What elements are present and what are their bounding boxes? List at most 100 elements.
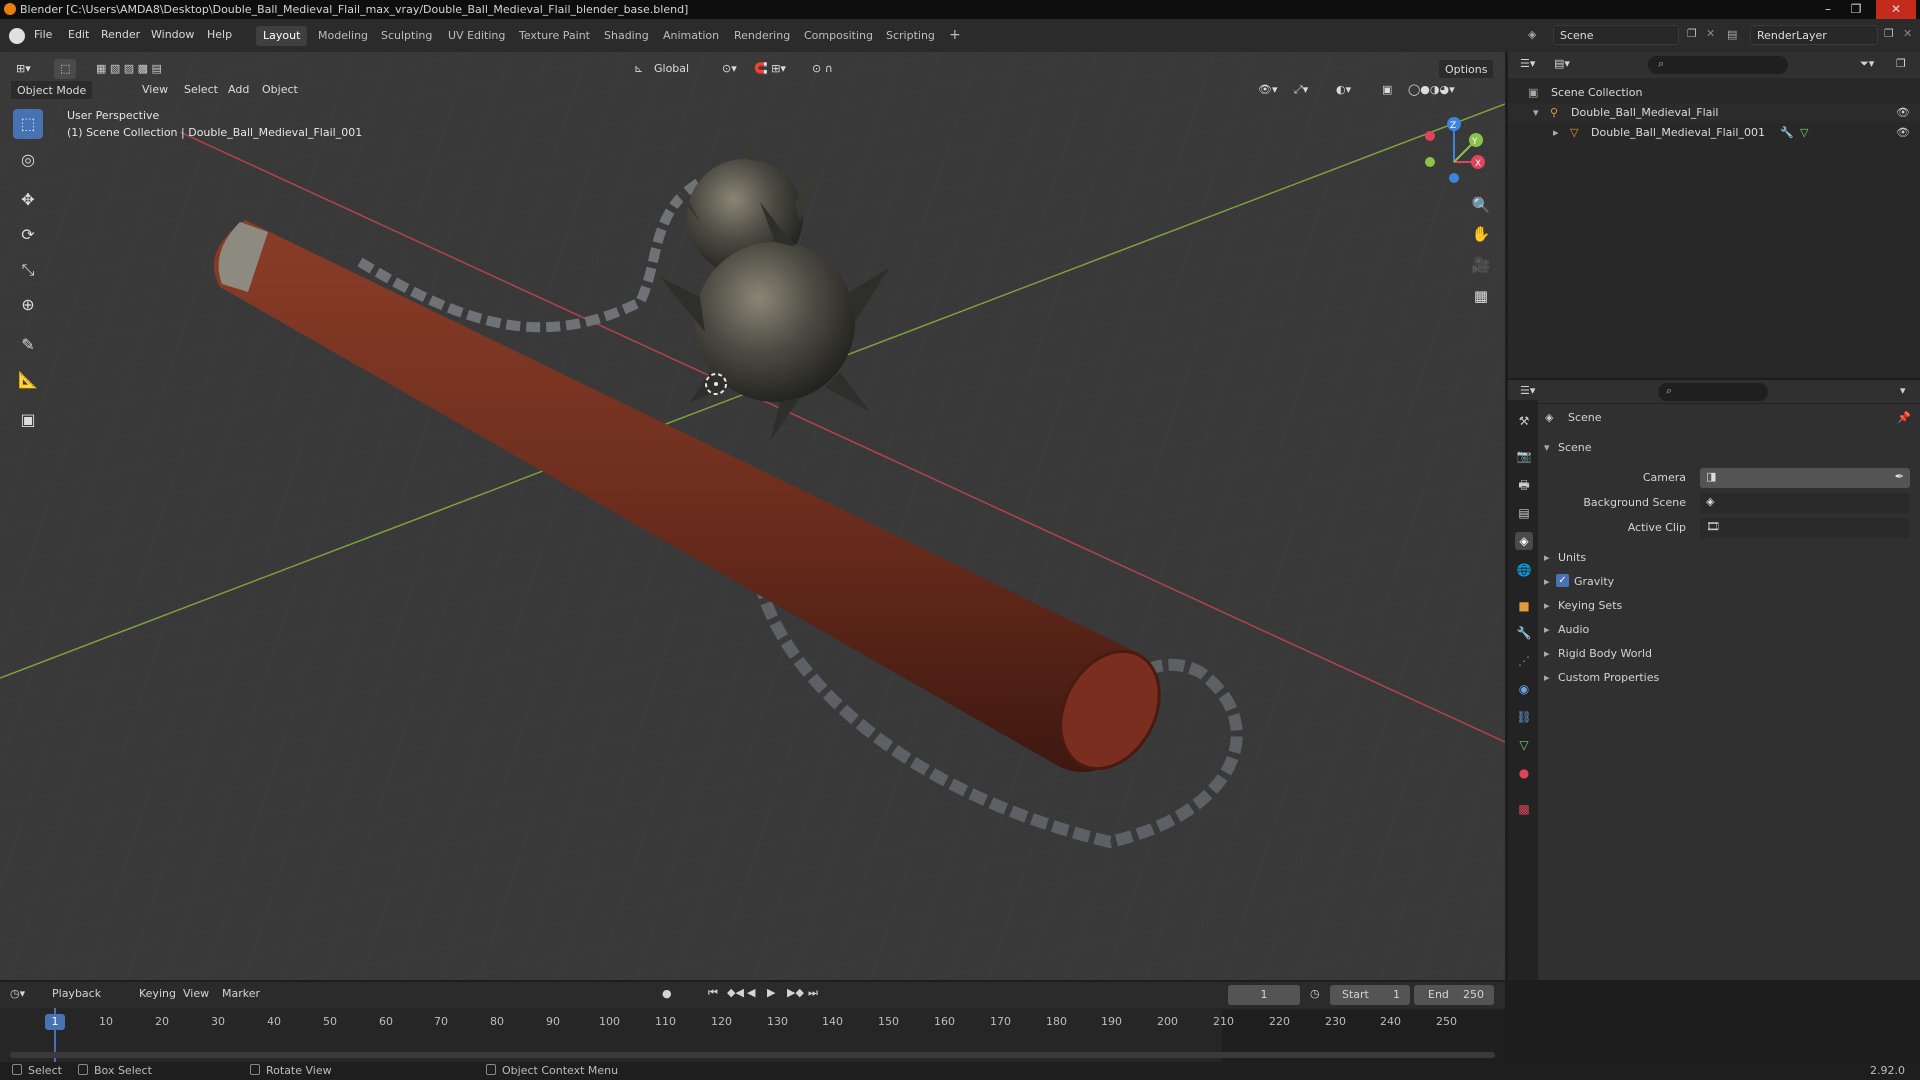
timeline-scrollbar[interactable]: [10, 1052, 1495, 1058]
tab-animation[interactable]: Animation: [656, 26, 726, 46]
editor-type-icon[interactable]: ⊞▾: [10, 59, 37, 79]
properties-search-input[interactable]: ⌕: [1658, 383, 1768, 401]
tab-rendering[interactable]: Rendering: [727, 26, 797, 46]
close-button[interactable]: ✕: [1876, 0, 1916, 19]
outliner-search-input[interactable]: ⌕: [1648, 56, 1788, 74]
timeline-menu-playback[interactable]: Playback: [52, 987, 101, 1000]
background-scene-field[interactable]: ◈: [1700, 493, 1910, 513]
units-panel[interactable]: Units: [1558, 551, 1586, 564]
proportional-edit-icon[interactable]: ⊙ ∩: [806, 59, 839, 79]
measure-tool[interactable]: 📐: [13, 365, 43, 395]
render-tab-icon[interactable]: 📷: [1515, 447, 1533, 465]
output-tab-icon[interactable]: 🖶: [1515, 476, 1533, 494]
xray-icon[interactable]: ▣: [1376, 80, 1398, 100]
scene-tab-icon[interactable]: ◈: [1515, 532, 1533, 550]
rigid-body-world-panel[interactable]: Rigid Body World: [1558, 647, 1652, 660]
selection-mode-icons[interactable]: ▦ ▧ ▨ ▩ ▤: [90, 59, 168, 79]
menu-window[interactable]: Window: [151, 28, 194, 41]
camera-field[interactable]: ◨ ✒: [1700, 468, 1910, 488]
scale-tool[interactable]: ⤡: [13, 255, 43, 285]
prev-keyframe-icon[interactable]: ◆◀: [727, 986, 744, 999]
new-view-layer-icon[interactable]: ❐: [1884, 27, 1894, 40]
zoom-icon[interactable]: 🔍: [1466, 191, 1496, 219]
panel-expand-arrow-icon[interactable]: ▾: [1544, 441, 1550, 454]
tool-tab-icon[interactable]: ⚒: [1515, 412, 1533, 430]
new-collection-icon[interactable]: ❐: [1896, 57, 1906, 70]
expand-arrow-icon[interactable]: ▾: [1533, 103, 1539, 123]
physics-tab-icon[interactable]: ◉: [1515, 680, 1533, 698]
custom-properties-panel[interactable]: Custom Properties: [1558, 671, 1659, 684]
texture-tab-icon[interactable]: ▩: [1515, 800, 1533, 818]
perspective-toggle-icon[interactable]: ▦: [1466, 282, 1496, 310]
minimize-button[interactable]: –: [1814, 0, 1842, 19]
cursor-tool[interactable]: ◎: [13, 145, 43, 175]
gizmo-toggle-icon[interactable]: ⤢▾: [1288, 80, 1314, 100]
options-dropdown[interactable]: Options: [1438, 59, 1495, 79]
playhead-frame-label[interactable]: 1: [45, 1014, 65, 1030]
maximize-button[interactable]: ❐: [1842, 0, 1870, 19]
tab-sculpting[interactable]: Sculpting: [374, 26, 439, 46]
pan-hand-icon[interactable]: ✋: [1466, 220, 1496, 248]
current-frame-field[interactable]: 1: [1228, 985, 1300, 1005]
filter-icon[interactable]: ⏷▾: [1860, 57, 1874, 71]
view-layer-selector[interactable]: RenderLayer: [1750, 25, 1878, 45]
viewport-menu-view[interactable]: View: [136, 80, 174, 100]
tab-uv-editing[interactable]: UV Editing: [441, 26, 512, 46]
modifier-tab-icon[interactable]: 🔧: [1515, 624, 1533, 642]
play-icon[interactable]: ▶: [767, 986, 775, 999]
blender-menu-icon[interactable]: [9, 28, 25, 44]
timeline-menu-view[interactable]: View: [183, 987, 209, 1000]
start-frame-field[interactable]: Start 1: [1330, 985, 1410, 1005]
properties-options-icon[interactable]: ▾: [1900, 384, 1906, 397]
data-tab-icon[interactable]: ▽: [1515, 736, 1533, 754]
outliner-row-flail-001[interactable]: ▸ ▽ Double_Ball_Medieval_Flail_001 🔧 ▽ 👁: [1508, 123, 1920, 143]
auto-keying-icon[interactable]: ●: [662, 987, 672, 1000]
object-mode-dropdown[interactable]: Object Mode: [10, 80, 94, 100]
select-mode-icon[interactable]: ⬚: [54, 59, 77, 79]
visibility-icon[interactable]: 👁▾: [1252, 80, 1284, 100]
timeline-menu-marker[interactable]: Marker: [222, 987, 260, 1000]
end-frame-field[interactable]: End 250: [1414, 985, 1494, 1005]
particles-tab-icon[interactable]: ⋰: [1515, 652, 1533, 670]
viewport-menu-object[interactable]: Object: [256, 80, 304, 100]
timeline-menu-keying[interactable]: Keying: [139, 987, 176, 1000]
rotate-tool[interactable]: ⟳: [13, 220, 43, 250]
next-keyframe-icon[interactable]: ▶◆: [787, 986, 804, 999]
menu-edit[interactable]: Edit: [68, 28, 89, 41]
transform-orientation-dropdown[interactable]: Global: [648, 59, 695, 79]
viewport-menu-add[interactable]: Add: [222, 80, 255, 100]
visibility-eye-icon[interactable]: 👁: [1896, 103, 1910, 123]
menu-file[interactable]: File: [34, 28, 52, 41]
outliner-row-flail[interactable]: ▾ ⚲ Double_Ball_Medieval_Flail 👁: [1508, 103, 1920, 123]
scene-selector[interactable]: Scene: [1553, 25, 1679, 45]
outliner-editor-icon[interactable]: ☰▾: [1520, 57, 1535, 70]
object-tab-icon[interactable]: ■: [1515, 597, 1533, 615]
modifier-wrench-icon[interactable]: 🔧: [1780, 123, 1794, 143]
constraints-tab-icon[interactable]: ⛓: [1515, 708, 1533, 726]
transform-tool[interactable]: ⊕: [13, 290, 43, 320]
viewport-menu-select[interactable]: Select: [178, 80, 224, 100]
add-cube-tool[interactable]: ▣: [13, 405, 43, 435]
active-clip-field[interactable]: 🎞: [1700, 518, 1910, 538]
properties-editor-icon[interactable]: ☰▾: [1520, 384, 1535, 397]
expand-arrow-icon[interactable]: ▸: [1553, 123, 1559, 143]
world-tab-icon[interactable]: 🌐: [1515, 561, 1533, 579]
mesh-data-icon[interactable]: ▽: [1800, 123, 1808, 143]
pin-icon[interactable]: 📌: [1897, 411, 1911, 424]
menu-render[interactable]: Render: [101, 28, 140, 41]
tab-shading[interactable]: Shading: [597, 26, 656, 46]
tab-layout[interactable]: Layout: [256, 26, 308, 46]
delete-scene-icon[interactable]: ✕: [1706, 27, 1715, 40]
snap-icon[interactable]: 🧲 ⊞▾: [748, 59, 792, 79]
shading-modes-icon[interactable]: ◯●◑◕▾: [1402, 80, 1461, 100]
tab-modeling[interactable]: Modeling: [311, 26, 375, 46]
rigid-body-arrow-icon[interactable]: ▸: [1544, 647, 1550, 660]
jump-end-icon[interactable]: ⏭: [808, 986, 818, 1000]
keying-sets-panel[interactable]: Keying Sets: [1558, 599, 1622, 612]
menu-help[interactable]: Help: [207, 28, 232, 41]
overlays-icon[interactable]: ◐▾: [1330, 80, 1357, 100]
eyedropper-icon[interactable]: ✒: [1895, 470, 1904, 483]
gravity-arrow-icon[interactable]: ▸: [1544, 575, 1550, 588]
view-layer-tab-icon[interactable]: ▤: [1515, 504, 1533, 522]
timeline-editor-icon[interactable]: ◷▾: [10, 987, 25, 1000]
